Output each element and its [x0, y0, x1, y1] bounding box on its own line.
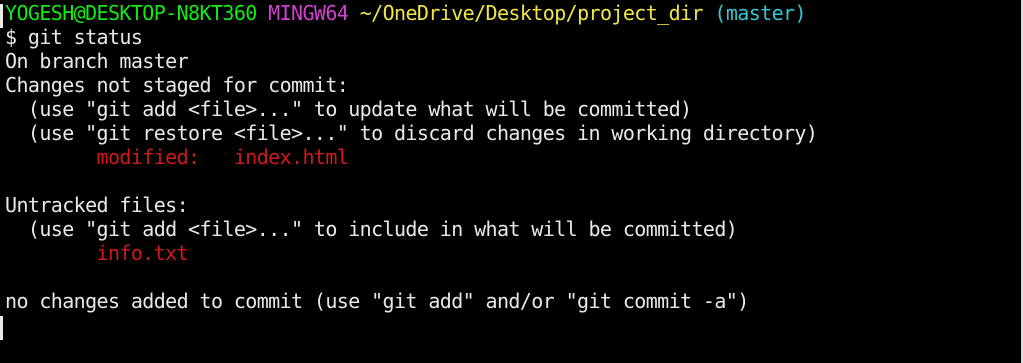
prompt-symbol: $ [5, 25, 17, 49]
command-line[interactable]: $ git status [5, 25, 1021, 49]
modified-file-name: index.html [233, 145, 349, 169]
modified-gap [200, 145, 234, 169]
untracked-header: Untracked files: [5, 193, 189, 217]
untracked-file-name: info.txt [96, 241, 189, 265]
prompt-system: MINGW64 [268, 1, 349, 25]
prompt-user-host: YOGESH@DESKTOP-N8KT360 [5, 1, 257, 25]
prompt-path: ~/OneDrive/Desktop/project_dir [359, 1, 704, 25]
unstaged-hint-restore: (use "git restore <file>..." to discard … [5, 121, 818, 145]
summary-line: no changes added to commit (use "git add… [5, 289, 749, 313]
prompt-line: YOGESH@DESKTOP-N8KT360 MINGW64 ~/OneDriv… [5, 1, 1021, 25]
terminal-window[interactable]: YOGESH@DESKTOP-N8KT360 MINGW64 ~/OneDriv… [0, 0, 1023, 363]
modified-indent [5, 145, 97, 169]
untracked-indent [5, 241, 97, 265]
left-edge-marker [0, 4, 3, 28]
left-edge-marker [0, 316, 3, 340]
unstaged-header: Changes not staged for commit: [5, 73, 349, 97]
modified-file-line: modified: index.html [5, 145, 1021, 169]
prompt-branch: (master) [714, 1, 806, 25]
untracked-hint: (use "git add <file>..." to include in w… [5, 217, 738, 241]
unstaged-hint-add: (use "git add <file>..." to update what … [5, 97, 692, 121]
untracked-file-line: info.txt [5, 241, 1021, 265]
branch-line: On branch master [5, 49, 189, 73]
command-text: git status [27, 25, 143, 49]
modified-status: modified: [96, 145, 201, 169]
